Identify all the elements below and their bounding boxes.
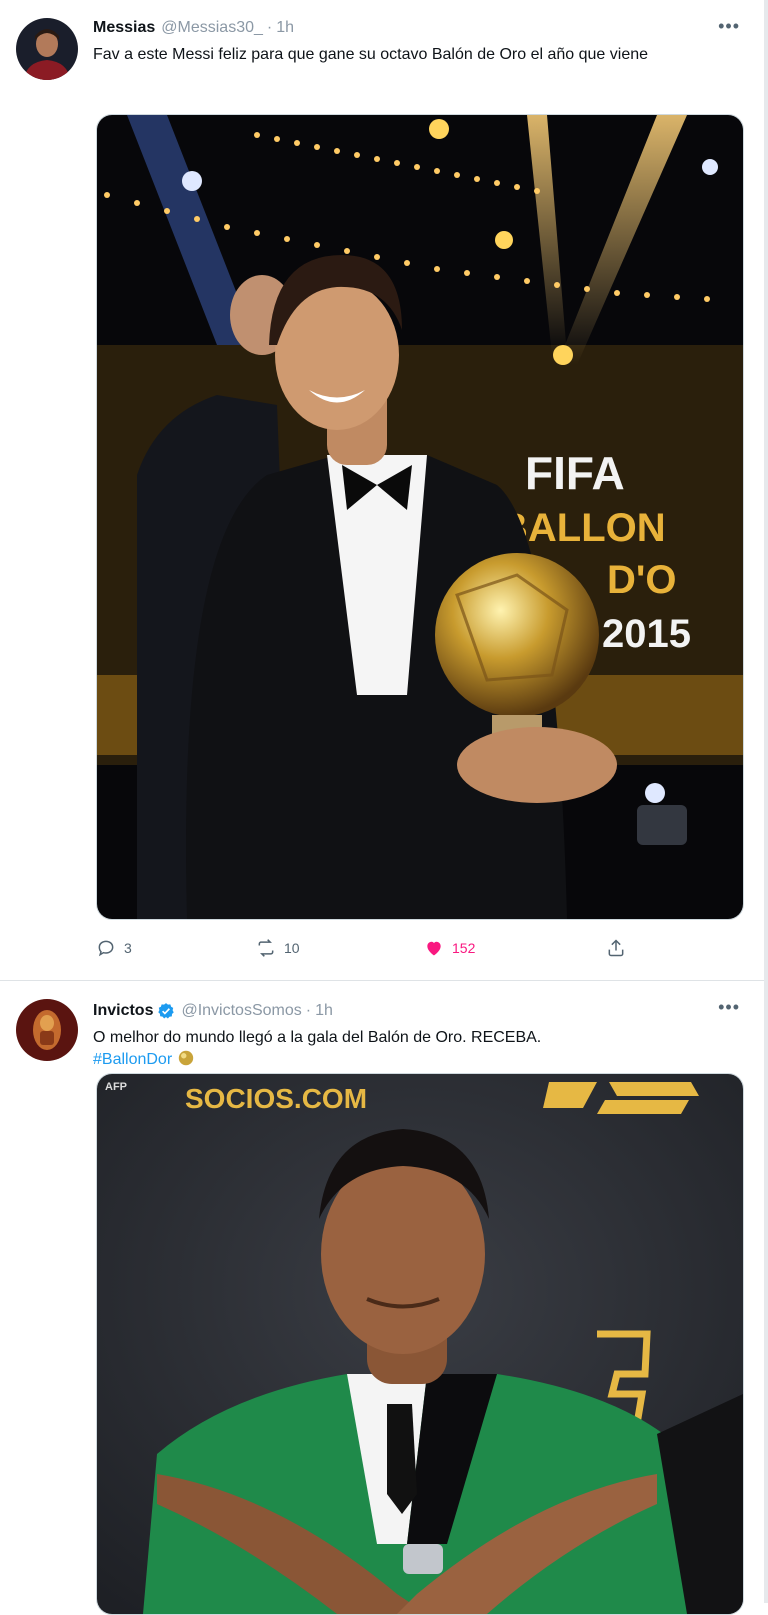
tweet[interactable]: Invictos @InvictosSomos · 1h ••• O melho… — [0, 981, 764, 1615]
tweet-header: Invictos @InvictosSomos · 1h — [93, 1001, 333, 1021]
reply-icon — [98, 940, 114, 957]
tweet[interactable]: Messias @Messias30_ · 1h ••• Fav a este … — [0, 0, 764, 981]
separator-dot: · — [305, 1002, 312, 1019]
tweet-media[interactable]: FIFA BALLON D'O 2015 — [96, 114, 744, 920]
share-icon — [608, 939, 624, 957]
like-count: 152 — [452, 940, 476, 956]
reply-button[interactable]: 3 — [96, 938, 256, 958]
hashtag-link[interactable]: #BallonDor — [93, 1051, 172, 1068]
avatar[interactable] — [16, 18, 78, 80]
retweet-button[interactable]: 10 — [256, 938, 424, 958]
ballon-dor-emoji-icon — [178, 1050, 193, 1066]
more-icon[interactable]: ••• — [718, 997, 740, 1018]
like-button[interactable]: 152 — [424, 938, 606, 958]
author-name[interactable]: Messias — [93, 18, 155, 38]
avatar[interactable] — [16, 999, 78, 1061]
tweet-text: O melhor do mundo llegó a la gala del Ba… — [93, 1027, 723, 1071]
verified-icon — [158, 1003, 175, 1019]
author-name[interactable]: Invictos — [93, 1001, 153, 1021]
tweet-time[interactable]: 1h — [276, 18, 294, 38]
signage-dor: D'O — [607, 558, 677, 602]
more-icon[interactable]: ••• — [718, 16, 740, 37]
sponsor-logo: SOCIOS.COM — [185, 1083, 367, 1114]
signage-fifa: FIFA — [525, 447, 625, 499]
separator-dot: · — [266, 19, 273, 36]
like-icon — [427, 941, 441, 956]
reply-count: 3 — [124, 940, 132, 956]
tweet-header: Messias @Messias30_ · 1h — [93, 18, 294, 38]
share-button[interactable] — [606, 938, 626, 958]
author-handle[interactable]: @InvictosSomos — [181, 1001, 301, 1021]
tweet-media[interactable]: AFP SOCIOS.COM — [96, 1073, 744, 1615]
retweet-count: 10 — [284, 940, 300, 956]
tweet-actions: 3 10 152 — [96, 938, 656, 958]
right-border — [764, 0, 768, 1603]
watermark-afp: AFP — [105, 1081, 127, 1093]
tweet-text-line: O melhor do mundo llegó a la gala del Ba… — [93, 1029, 542, 1046]
tweet-time[interactable]: 1h — [315, 1001, 333, 1021]
signage-year: 2015 — [602, 612, 691, 656]
tweet-text: Fav a este Messi feliz para que gane su … — [93, 46, 649, 63]
retweet-icon — [258, 939, 274, 957]
author-handle[interactable]: @Messias30_ — [161, 18, 263, 38]
